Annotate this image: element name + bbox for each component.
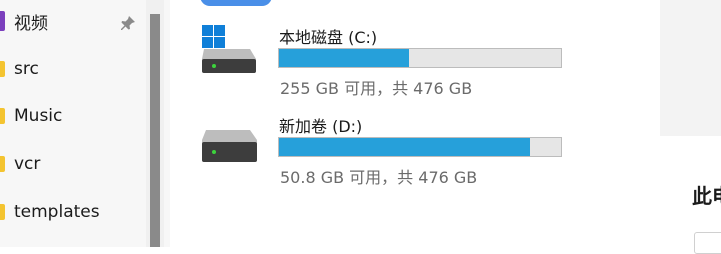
- drive-c[interactable]: 本地磁盘 (C:) 255 GB 可用，共 476 GB: [200, 23, 580, 103]
- sidebar-item-music[interactable]: Music: [0, 98, 146, 134]
- drive-d[interactable]: 新加卷 (D:) 50.8 GB 可用，共 476 GB: [200, 112, 580, 192]
- sidebar-item-src[interactable]: src: [0, 51, 146, 87]
- navigation-pane: 视频 src Music vcr templates: [0, 0, 146, 247]
- sidebar-item-label: Music: [14, 106, 63, 126]
- video-folder-icon: [0, 11, 5, 31]
- drive-capacity-text: 255 GB 可用，共 476 GB: [280, 79, 473, 98]
- drive-icon: [202, 130, 257, 162]
- storage-usage-bar: [278, 137, 562, 157]
- selection-highlight: [200, 0, 272, 6]
- folder-icon: [0, 61, 5, 77]
- storage-usage-fill: [279, 138, 530, 156]
- details-heading: 此电: [692, 184, 721, 208]
- sidebar-item-templates[interactable]: templates: [0, 194, 146, 230]
- drive-name: 新加卷 (D:): [279, 117, 363, 136]
- folder-icon: [0, 204, 5, 220]
- storage-usage-fill: [279, 49, 409, 67]
- pin-icon[interactable]: [120, 15, 136, 31]
- sidebar-item-label: templates: [14, 202, 100, 222]
- windows-drive-icon: [202, 25, 256, 73]
- sidebar-item-vcr[interactable]: vcr: [0, 146, 146, 182]
- sidebar-item-label: 视频: [14, 13, 48, 34]
- drive-capacity-text: 50.8 GB 可用，共 476 GB: [280, 168, 478, 187]
- sidebar-item-label: vcr: [14, 154, 41, 174]
- sidebar-item-videos[interactable]: 视频: [0, 3, 146, 39]
- details-control[interactable]: [694, 232, 721, 254]
- sidebar-scrollbar-thumb[interactable]: [150, 14, 160, 247]
- divider: [164, 0, 170, 247]
- folder-icon: [0, 156, 5, 172]
- drive-name: 本地磁盘 (C:): [279, 28, 378, 47]
- storage-usage-bar: [278, 48, 562, 68]
- sidebar-item-label: src: [14, 59, 39, 79]
- folder-icon: [0, 108, 5, 124]
